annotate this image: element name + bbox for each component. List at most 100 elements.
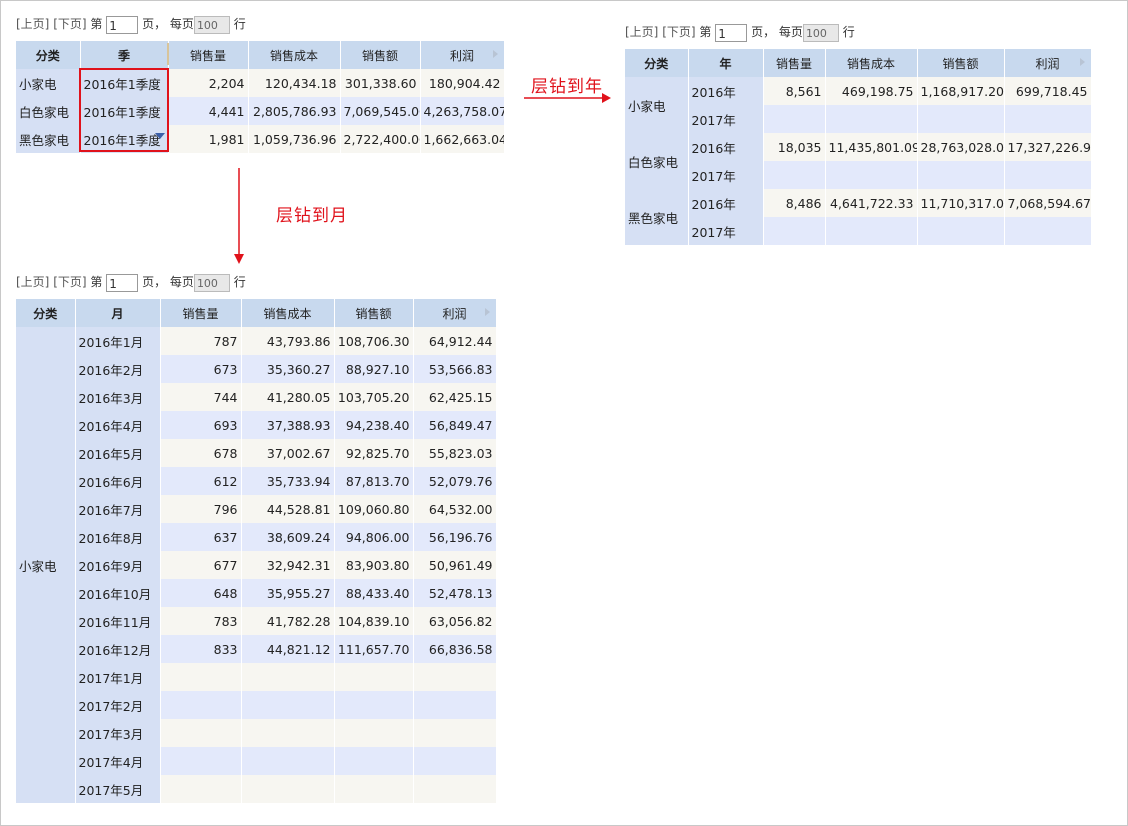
sort-arrow-icon[interactable]: [484, 308, 490, 316]
per-page-suffix: 行: [233, 275, 246, 289]
qty-cell: 648: [160, 579, 242, 607]
sales-cell: 111,657.70: [334, 635, 414, 663]
month-panel: [上页] [下页] 第 1 页， 每页 100 行 分类 月 销售量 销售成本 销…: [16, 272, 497, 803]
page-number-input[interactable]: 1: [106, 15, 139, 34]
month-cell[interactable]: 2016年9月: [75, 551, 161, 579]
table-row: 2016年4月 693 37,388.93 94,238.40 56,849.47: [16, 411, 497, 439]
month-cell[interactable]: 2017年5月: [75, 775, 161, 803]
per-page-input[interactable]: 100: [193, 15, 230, 34]
drop-down-triangle-icon[interactable]: [155, 133, 165, 139]
month-cell[interactable]: 2016年11月: [75, 607, 161, 635]
qty-cell: 833: [160, 635, 242, 663]
sales-cell: [334, 663, 414, 691]
category-cell[interactable]: 黑色家电: [16, 125, 81, 153]
cost-cell: 2,805,786.93: [248, 97, 341, 125]
qty-cell: [763, 105, 826, 133]
sales-cell: 94,806.00: [334, 523, 414, 551]
next-page-link[interactable]: [下页]: [53, 17, 86, 31]
year-cell[interactable]: 2017年: [688, 105, 764, 133]
year-cell[interactable]: 2016年: [688, 77, 764, 105]
category-cell[interactable]: 小家电: [16, 327, 76, 803]
sales-cell: 104,839.10: [334, 607, 414, 635]
month-cell[interactable]: 2017年4月: [75, 747, 161, 775]
header-qty[interactable]: 销售量: [168, 41, 249, 69]
month-cell[interactable]: 2017年3月: [75, 719, 161, 747]
header-cost[interactable]: 销售成本: [248, 41, 341, 69]
page-number-input[interactable]: 1: [106, 273, 139, 292]
month-cell[interactable]: 2016年6月: [75, 467, 161, 495]
sort-arrow-icon[interactable]: [492, 50, 498, 58]
next-page-link[interactable]: [下页]: [53, 275, 86, 289]
next-page-link[interactable]: [下页]: [662, 25, 695, 39]
prev-page-link[interactable]: [上页]: [16, 275, 49, 289]
header-profit[interactable]: 利润: [420, 41, 505, 69]
sales-cell: [334, 775, 414, 803]
profit-cell: 17,327,226.91: [1004, 133, 1092, 161]
category-cell[interactable]: 小家电: [16, 69, 81, 97]
month-cell[interactable]: 2016年7月: [75, 495, 161, 523]
header-sales[interactable]: 销售额: [334, 299, 414, 327]
month-cell[interactable]: 2017年1月: [75, 663, 161, 691]
month-cell[interactable]: 2016年12月: [75, 635, 161, 663]
header-year[interactable]: 年: [688, 49, 764, 77]
sales-cell: [917, 161, 1005, 189]
prev-page-link[interactable]: [上页]: [625, 25, 658, 39]
header-qty[interactable]: 销售量: [763, 49, 826, 77]
cost-cell: [241, 719, 335, 747]
profit-cell: 55,823.03: [413, 439, 497, 467]
profit-cell: 53,566.83: [413, 355, 497, 383]
header-category[interactable]: 分类: [16, 41, 81, 69]
header-qty[interactable]: 销售量: [160, 299, 242, 327]
year-cell[interactable]: 2017年: [688, 161, 764, 189]
table-row: 小家电 2016年1月 787 43,793.86 108,706.30 64,912.4…: [16, 327, 497, 803]
sales-cell: 301,338.60: [340, 69, 421, 97]
per-page-input[interactable]: 100: [193, 273, 230, 292]
header-profit[interactable]: 利润: [1004, 49, 1092, 77]
table-row: 2017年: [625, 217, 1092, 245]
month-cell[interactable]: 2016年10月: [75, 579, 161, 607]
month-cell[interactable]: 2016年5月: [75, 439, 161, 467]
month-cell[interactable]: 2016年4月: [75, 411, 161, 439]
month-table-body: 小家电 2016年1月 787 43,793.86 108,706.30 64,912.4…: [16, 327, 497, 803]
month-cell[interactable]: 2016年3月: [75, 383, 161, 411]
header-month[interactable]: 月: [75, 299, 161, 327]
month-cell[interactable]: 2017年2月: [75, 691, 161, 719]
year-cell[interactable]: 2016年: [688, 133, 764, 161]
header-category[interactable]: 分类: [625, 49, 689, 77]
header-sales[interactable]: 销售额: [340, 41, 421, 69]
drill-year-label: 层钻到年: [531, 77, 603, 97]
qty-cell: [763, 217, 826, 245]
sort-arrow-icon[interactable]: [1079, 58, 1085, 66]
header-profit[interactable]: 利润: [413, 299, 497, 327]
table-row: 2016年6月 612 35,733.94 87,813.70 52,079.76: [16, 467, 497, 495]
table-row: 2016年3月 744 41,280.05 103,705.20 62,425.15: [16, 383, 497, 411]
table-row: 2016年11月 783 41,782.28 104,839.10 63,056.82: [16, 607, 497, 635]
table-row: 2017年4月: [16, 747, 497, 775]
sales-cell: 83,903.80: [334, 551, 414, 579]
table-row: 2016年5月 678 37,002.67 92,825.70 55,823.03: [16, 439, 497, 467]
sales-cell: 94,238.40: [334, 411, 414, 439]
prev-page-link[interactable]: [上页]: [16, 17, 49, 31]
category-cell[interactable]: 黑色家电: [625, 189, 689, 245]
year-cell[interactable]: 2016年: [688, 189, 764, 217]
category-cell[interactable]: 白色家电: [625, 133, 689, 189]
header-cost[interactable]: 销售成本: [825, 49, 918, 77]
qty-cell: 693: [160, 411, 242, 439]
page-number-input[interactable]: 1: [715, 23, 748, 42]
page-prefix: 第: [90, 17, 103, 31]
month-cell[interactable]: 2016年8月: [75, 523, 161, 551]
month-cell[interactable]: 2016年2月: [75, 355, 161, 383]
profit-cell: [413, 691, 497, 719]
month-cell[interactable]: 2016年1月: [75, 327, 161, 355]
sales-cell: 108,706.30: [334, 327, 414, 355]
profit-cell: [1004, 161, 1092, 189]
header-quarter[interactable]: 季: [80, 41, 169, 69]
category-cell[interactable]: 小家电: [625, 77, 689, 133]
year-cell[interactable]: 2017年: [688, 217, 764, 245]
cost-cell: 469,198.75: [825, 77, 918, 105]
category-cell[interactable]: 白色家电: [16, 97, 81, 125]
per-page-input[interactable]: 100: [802, 23, 839, 42]
header-sales[interactable]: 销售额: [917, 49, 1005, 77]
header-cost[interactable]: 销售成本: [241, 299, 335, 327]
header-category[interactable]: 分类: [16, 299, 76, 327]
